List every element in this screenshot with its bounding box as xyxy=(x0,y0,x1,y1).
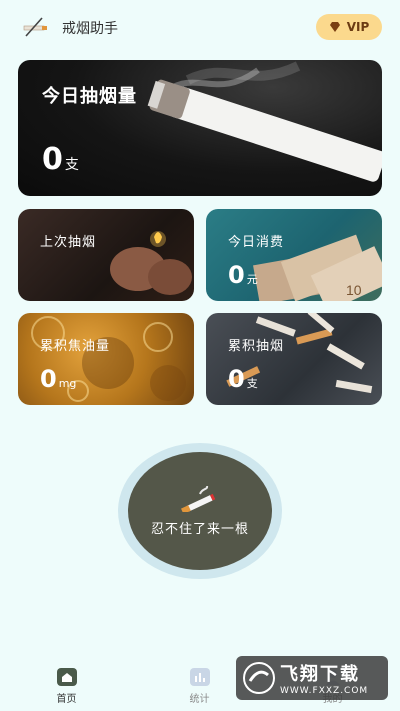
tar-unit: mg xyxy=(58,377,77,390)
today-cost-amount: 0 xyxy=(228,261,245,289)
craving-button-label: 忍不住了来一根 xyxy=(150,521,249,537)
today-smoke-value: 0支 xyxy=(42,142,79,177)
last-smoke-card[interactable]: 上次抽烟 xyxy=(18,209,194,301)
total-smoked-card[interactable]: 累积抽烟 0支 xyxy=(206,313,382,405)
today-smoke-unit: 支 xyxy=(64,157,79,173)
lighter-image xyxy=(110,231,192,295)
watermark-text: 飞翔下载 WWW.FXXZ.COM xyxy=(280,660,368,696)
vip-label: VIP xyxy=(346,20,370,34)
tab-stats-label: 统计 xyxy=(189,694,210,705)
today-smoke-title: 今日抽烟量 xyxy=(42,86,137,107)
svg-text:10: 10 xyxy=(346,282,362,298)
watermark-title: 飞翔下载 xyxy=(280,664,360,685)
today-smoke-count: 0 xyxy=(42,142,63,177)
app-title: 戒烟助手 xyxy=(62,21,118,37)
tar-value: 0 mg xyxy=(40,365,76,393)
tab-home[interactable]: 首页 xyxy=(0,660,133,711)
today-cost-value: 0元 xyxy=(228,261,258,289)
last-smoke-title: 上次抽烟 xyxy=(40,235,97,250)
today-cost-card[interactable]: 10 今日消费 0元 xyxy=(206,209,382,301)
total-smoked-count: 0 xyxy=(228,365,245,393)
no-smoking-logo-icon xyxy=(23,17,47,37)
total-smoked-unit: 支 xyxy=(246,377,258,390)
stats-icon xyxy=(189,668,210,686)
cigarette-image xyxy=(147,61,382,182)
vip-button[interactable]: VIP xyxy=(316,14,382,40)
total-smoked-title: 累积抽烟 xyxy=(228,339,285,354)
home-icon xyxy=(56,668,77,686)
diamond-icon xyxy=(329,22,340,32)
cigarette-icon xyxy=(181,485,216,512)
watermark-logo-icon xyxy=(243,662,275,694)
today-cost-unit: 元 xyxy=(246,273,258,286)
tab-home-label: 首页 xyxy=(56,694,77,705)
header: 戒烟助手 VIP xyxy=(0,0,400,56)
tar-amount: 0 xyxy=(40,365,57,393)
total-smoked-value: 0支 xyxy=(228,365,258,393)
watermark: 飞翔下载 WWW.FXXZ.COM xyxy=(236,656,388,700)
tar-title: 累积焦油量 xyxy=(40,339,111,354)
watermark-url: WWW.FXXZ.COM xyxy=(280,686,369,696)
today-smoke-card[interactable]: 今日抽烟量 0支 xyxy=(18,60,382,196)
craving-button[interactable]: 忍不住了来一根 xyxy=(128,452,272,570)
tar-card[interactable]: 累积焦油量 0 mg xyxy=(18,313,194,405)
today-cost-title: 今日消费 xyxy=(228,235,285,250)
